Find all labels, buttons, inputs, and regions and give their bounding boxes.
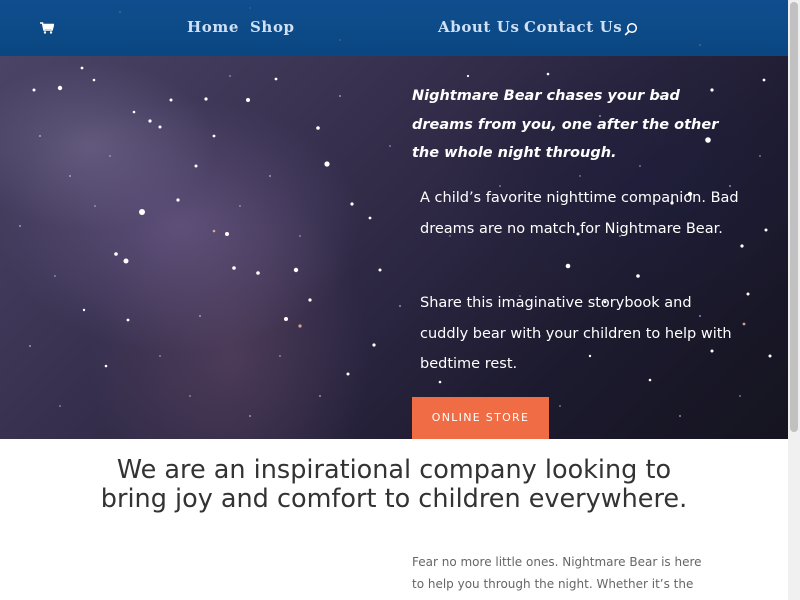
site-header: Home Shop About Us Contact Us: [0, 0, 788, 56]
online-store-button[interactable]: ONLINE STORE: [412, 397, 549, 439]
scrollbar-thumb[interactable]: [790, 2, 798, 432]
hero-paragraph-companion: A child’s favorite nighttime companion. …: [420, 190, 739, 237]
nav-home-link[interactable]: Home: [187, 18, 239, 36]
header-background: [0, 0, 788, 56]
nav-about-link[interactable]: About Us: [438, 18, 520, 36]
cart-icon[interactable]: [40, 22, 54, 34]
intro-body-text: Fear no more little ones. Nightmare Bear…: [412, 555, 702, 600]
search-icon[interactable]: [624, 22, 638, 36]
hero-section: Nightmare Bear chases your bad dreams fr…: [0, 56, 788, 439]
nav-contact-link[interactable]: Contact Us: [524, 18, 622, 36]
nav-shop-link[interactable]: Shop: [250, 18, 295, 36]
hero-paragraph-storybook: Share this imaginative storybook and cud…: [420, 295, 732, 372]
hero-quote: Nightmare Bear chases your bad dreams fr…: [412, 88, 719, 161]
page-scrollbar[interactable]: [788, 0, 800, 600]
company-tagline: We are an inspirational company looking …: [100, 455, 688, 514]
